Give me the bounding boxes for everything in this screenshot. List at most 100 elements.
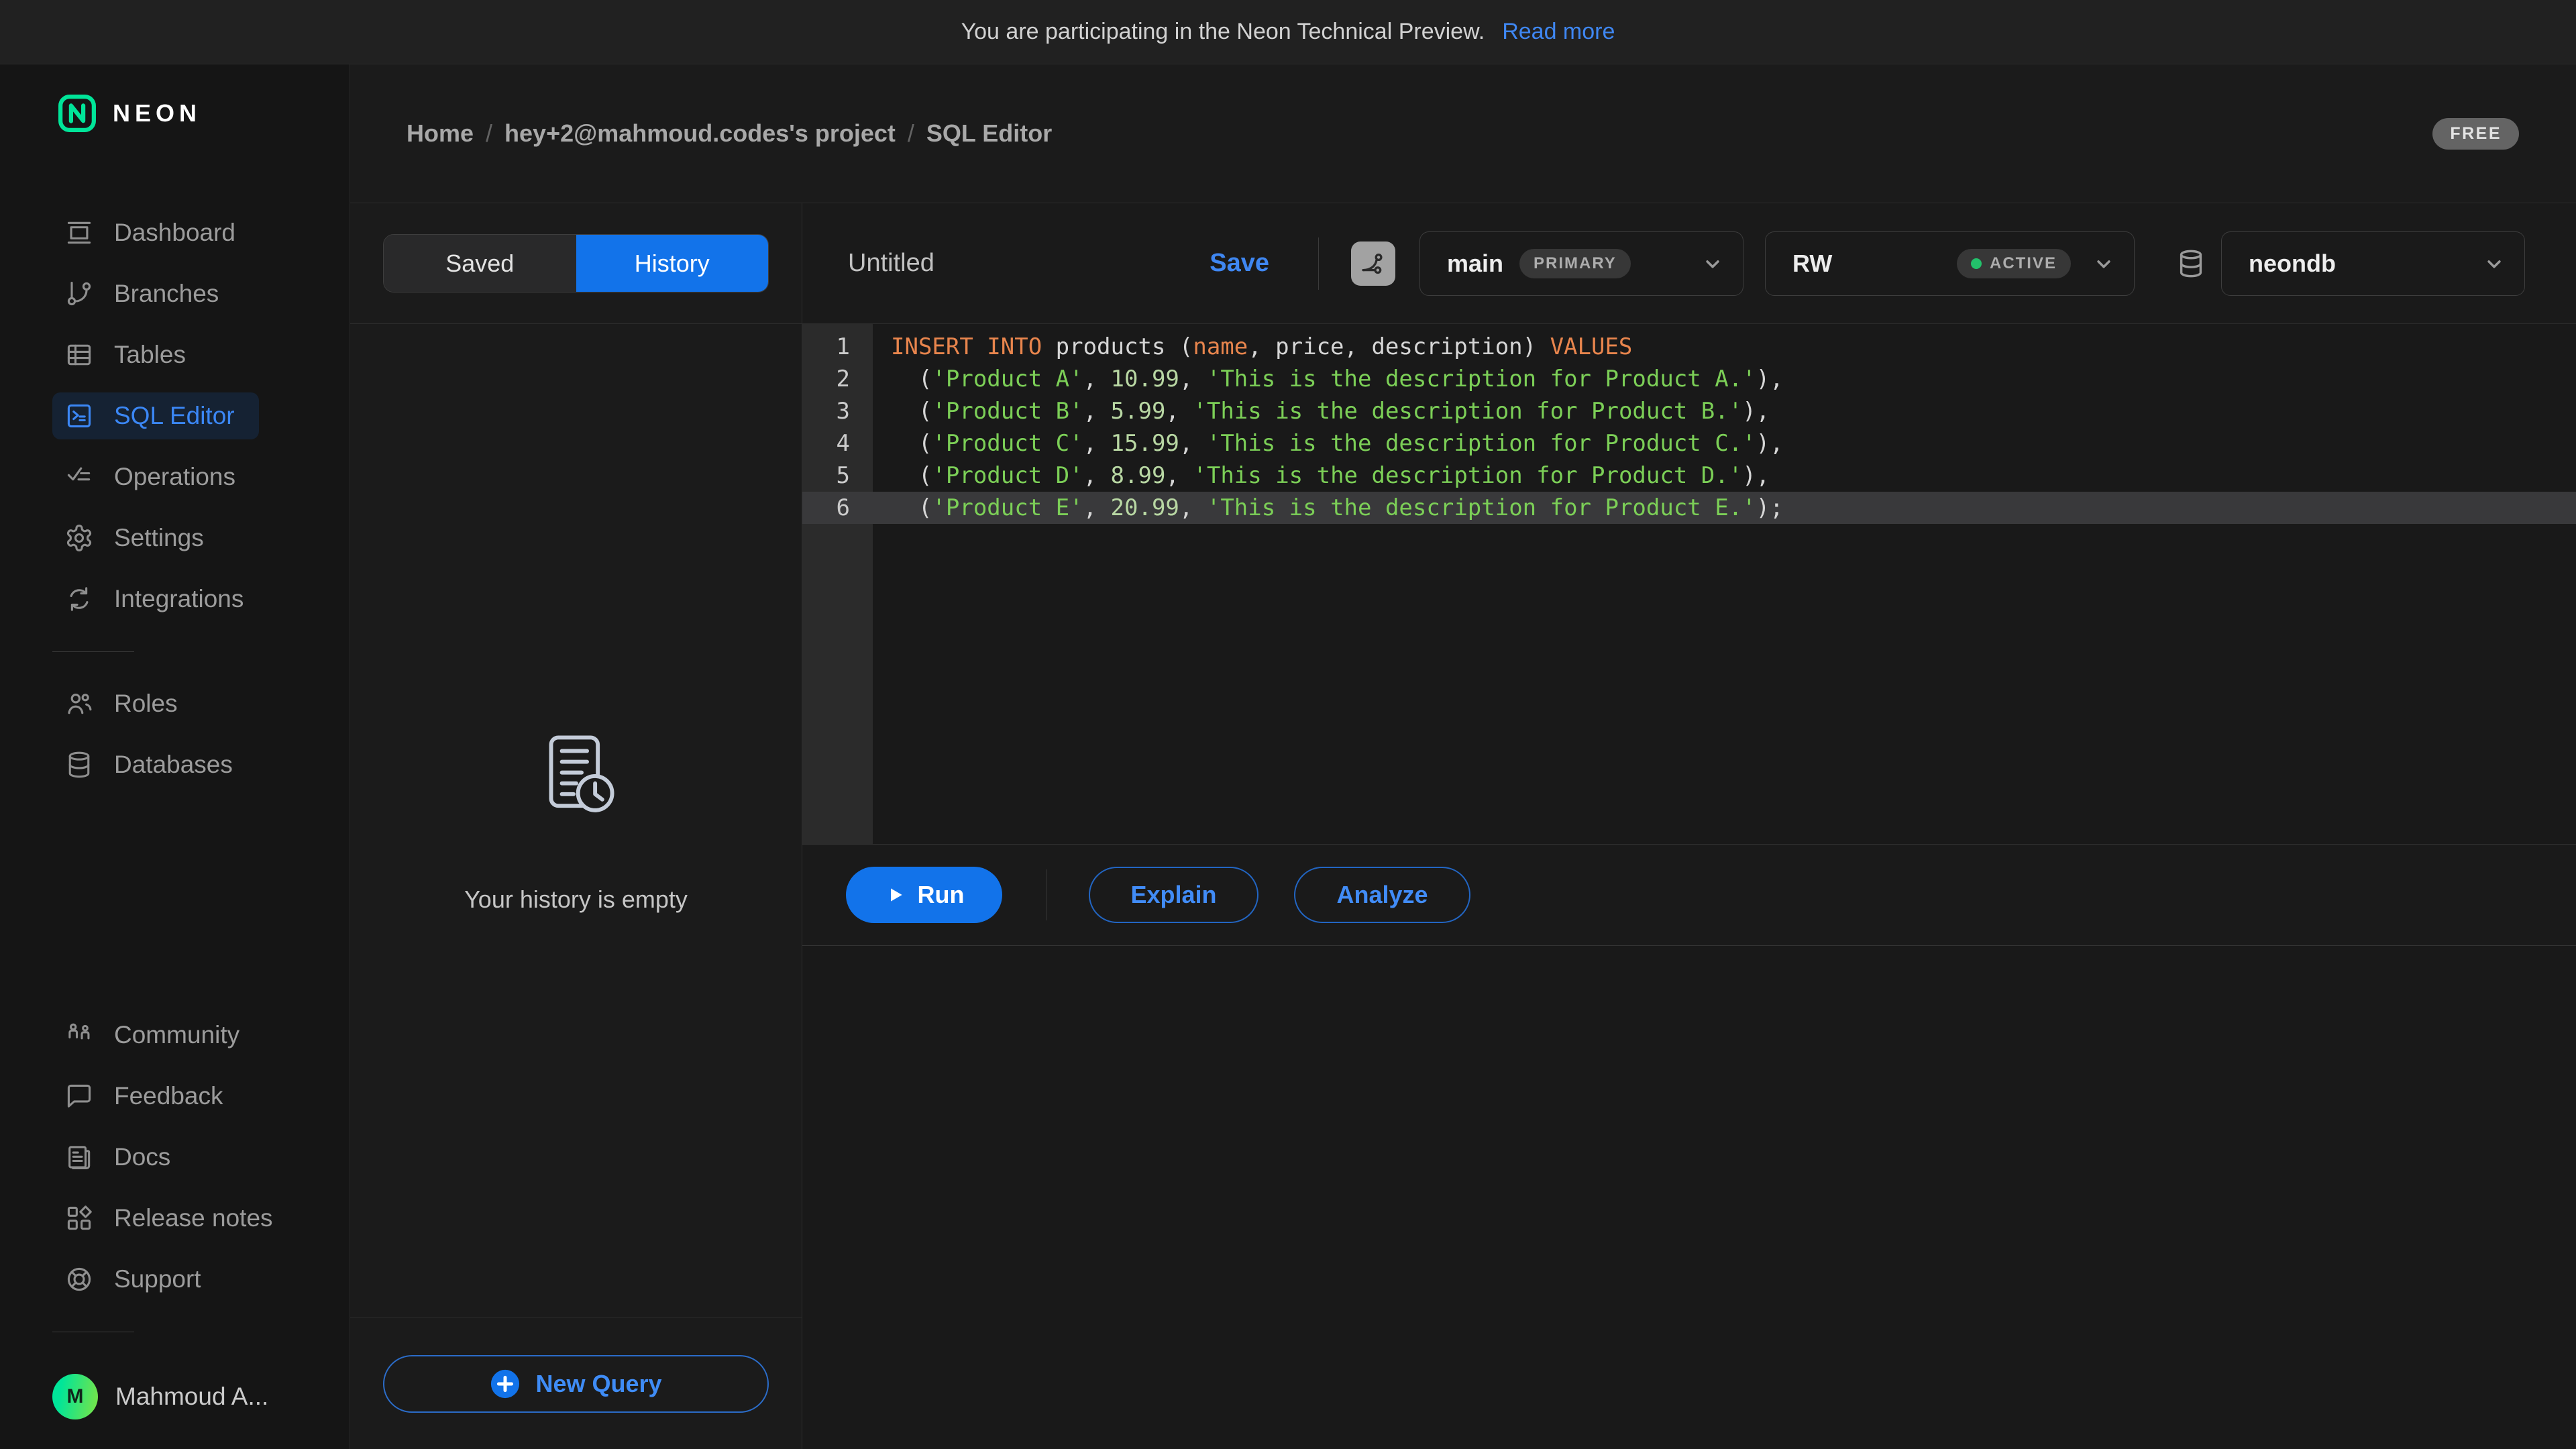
git-branch-icon bbox=[1359, 250, 1387, 278]
neon-logo[interactable]: NEON bbox=[0, 89, 350, 138]
code-line-content: ('Product A', 10.99, 'This is the descri… bbox=[873, 363, 1784, 395]
user-name: Mahmoud A... bbox=[115, 1383, 268, 1411]
sidebar-item-tables[interactable]: Tables bbox=[52, 331, 210, 378]
queries-panel-footer: New Query bbox=[350, 1318, 802, 1449]
shapes-icon bbox=[64, 1203, 94, 1233]
sidebar-item-sql-editor[interactable]: SQL Editor bbox=[52, 392, 259, 439]
sql-editor-pane: Untitled Save main PRIMAR bbox=[802, 203, 2576, 1449]
table-icon bbox=[64, 340, 94, 370]
code-editor[interactable]: 1INSERT INTO products (name, price, desc… bbox=[802, 324, 2576, 844]
code-line[interactable]: 5 ('Product D', 8.99, 'This is the descr… bbox=[802, 460, 2576, 492]
sidebar-item-release-notes[interactable]: Release notes bbox=[52, 1195, 297, 1242]
editor-header: Untitled Save main PRIMAR bbox=[802, 203, 2576, 324]
chevron-down-icon bbox=[2091, 251, 2116, 276]
sidebar-nav: Dashboard Branches Tables SQL Editor Operati… bbox=[0, 203, 350, 796]
new-query-button[interactable]: New Query bbox=[383, 1355, 769, 1413]
sidebar-item-label: Integrations bbox=[114, 585, 244, 613]
database-select[interactable]: neondb bbox=[2221, 231, 2525, 296]
active-badge: ACTIVE bbox=[1957, 249, 2071, 278]
branch-select[interactable]: main PRIMARY bbox=[1419, 231, 1743, 296]
code-line[interactable]: 3 ('Product B', 5.99, 'This is the descr… bbox=[802, 395, 2576, 427]
community-icon bbox=[64, 1020, 94, 1050]
database-icon bbox=[2176, 248, 2206, 279]
sidebar-item-label: Operations bbox=[114, 463, 235, 491]
gear-icon bbox=[64, 523, 94, 553]
analyze-button[interactable]: Analyze bbox=[1294, 867, 1470, 923]
history-empty-state: Your history is empty bbox=[350, 324, 802, 1318]
code-line-content: ('Product C', 15.99, 'This is the descri… bbox=[873, 427, 1784, 460]
page-header: Home / hey+2@mahmoud.codes's project / S… bbox=[350, 64, 2576, 203]
tab-saved[interactable]: Saved bbox=[384, 235, 576, 292]
save-button[interactable]: Save bbox=[1210, 249, 1269, 278]
code-line[interactable]: 1INSERT INTO products (name, price, desc… bbox=[802, 331, 2576, 363]
sidebar-item-branches[interactable]: Branches bbox=[52, 270, 243, 317]
breadcrumb-separator: / bbox=[486, 119, 492, 148]
explain-button[interactable]: Explain bbox=[1089, 867, 1258, 923]
code-line[interactable]: 6 ('Product E', 20.99, 'This is the desc… bbox=[802, 492, 2576, 524]
run-label: Run bbox=[918, 881, 965, 909]
neon-logo-icon bbox=[58, 94, 97, 133]
compute-select[interactable]: RW ACTIVE bbox=[1765, 231, 2135, 296]
code-line[interactable]: 2 ('Product A', 10.99, 'This is the desc… bbox=[802, 363, 2576, 395]
saved-history-tabs: Saved History bbox=[383, 234, 769, 292]
sidebar-item-dashboard[interactable]: Dashboard bbox=[52, 209, 260, 256]
divider bbox=[52, 651, 134, 652]
technical-preview-banner: You are participating in the Neon Techni… bbox=[0, 0, 2576, 64]
code-line-content: ('Product E', 20.99, 'This is the descri… bbox=[873, 492, 1784, 524]
sidebar-item-roles[interactable]: Roles bbox=[52, 680, 202, 727]
code-line-content: INSERT INTO products (name, price, descr… bbox=[873, 331, 1632, 363]
chevron-down-icon bbox=[2481, 251, 2507, 276]
history-empty-text: Your history is empty bbox=[464, 885, 688, 914]
sidebar-item-label: Tables bbox=[114, 341, 186, 369]
code-line[interactable]: 4 ('Product C', 15.99, 'This is the desc… bbox=[802, 427, 2576, 460]
chevron-down-icon bbox=[1700, 251, 1725, 276]
read-more-link[interactable]: Read more bbox=[1502, 19, 1615, 45]
tab-history[interactable]: History bbox=[576, 235, 769, 292]
docs-icon bbox=[64, 1142, 94, 1172]
code-line-content: ('Product B', 5.99, 'This is the descrip… bbox=[873, 395, 1770, 427]
branch-tree-button[interactable] bbox=[1351, 241, 1395, 286]
breadcrumb-project[interactable]: hey+2@mahmoud.codes's project bbox=[504, 119, 896, 148]
sidebar-item-operations[interactable]: Operations bbox=[52, 453, 260, 500]
divider bbox=[1318, 237, 1319, 290]
status-dot bbox=[1971, 258, 1982, 269]
compute-name: RW bbox=[1792, 250, 1832, 278]
sidebar-item-community[interactable]: Community bbox=[52, 1012, 264, 1059]
breadcrumb-separator: / bbox=[908, 119, 914, 148]
speech-bubble-icon bbox=[64, 1081, 94, 1111]
sidebar-item-integrations[interactable]: Integrations bbox=[52, 576, 268, 623]
git-branch-icon bbox=[64, 279, 94, 309]
breadcrumb-home[interactable]: Home bbox=[407, 119, 474, 148]
sidebar-item-feedback[interactable]: Feedback bbox=[52, 1073, 248, 1120]
history-document-clock-icon bbox=[526, 729, 627, 829]
line-number: 6 bbox=[802, 492, 873, 524]
primary-badge: PRIMARY bbox=[1519, 249, 1631, 278]
sidebar: NEON Dashboard Branches Tables SQL Editor Op… bbox=[0, 64, 350, 1449]
sidebar-item-label: Settings bbox=[114, 524, 204, 552]
sidebar-item-docs[interactable]: Docs bbox=[52, 1134, 195, 1181]
sidebar-item-databases[interactable]: Databases bbox=[52, 741, 257, 788]
run-button[interactable]: Run bbox=[846, 867, 1002, 923]
database-name: neondb bbox=[2249, 250, 2336, 278]
lifebuoy-icon bbox=[64, 1265, 94, 1294]
active-badge-label: ACTIVE bbox=[1990, 254, 2057, 273]
branch-name: main bbox=[1447, 250, 1503, 278]
users-icon bbox=[64, 689, 94, 718]
sidebar-item-support[interactable]: Support bbox=[52, 1256, 225, 1303]
checklist-icon bbox=[64, 462, 94, 492]
line-number: 5 bbox=[802, 460, 873, 492]
sidebar-footer-nav: Community Feedback Docs Release notes Suppor… bbox=[0, 1005, 350, 1310]
line-number: 2 bbox=[802, 363, 873, 395]
breadcrumb: Home / hey+2@mahmoud.codes's project / S… bbox=[407, 119, 1052, 148]
query-title[interactable]: Untitled bbox=[848, 249, 934, 278]
sidebar-item-label: Community bbox=[114, 1021, 239, 1049]
divider bbox=[1046, 869, 1047, 920]
database-icon bbox=[64, 750, 94, 780]
plan-badge[interactable]: FREE bbox=[2432, 118, 2519, 150]
play-icon bbox=[884, 884, 906, 906]
sidebar-item-settings[interactable]: Settings bbox=[52, 515, 228, 561]
sidebar-item-label: SQL Editor bbox=[114, 402, 235, 430]
sidebar-item-label: Feedback bbox=[114, 1082, 223, 1110]
user-menu[interactable]: M Mahmoud A... bbox=[52, 1374, 350, 1419]
line-number: 1 bbox=[802, 331, 873, 363]
